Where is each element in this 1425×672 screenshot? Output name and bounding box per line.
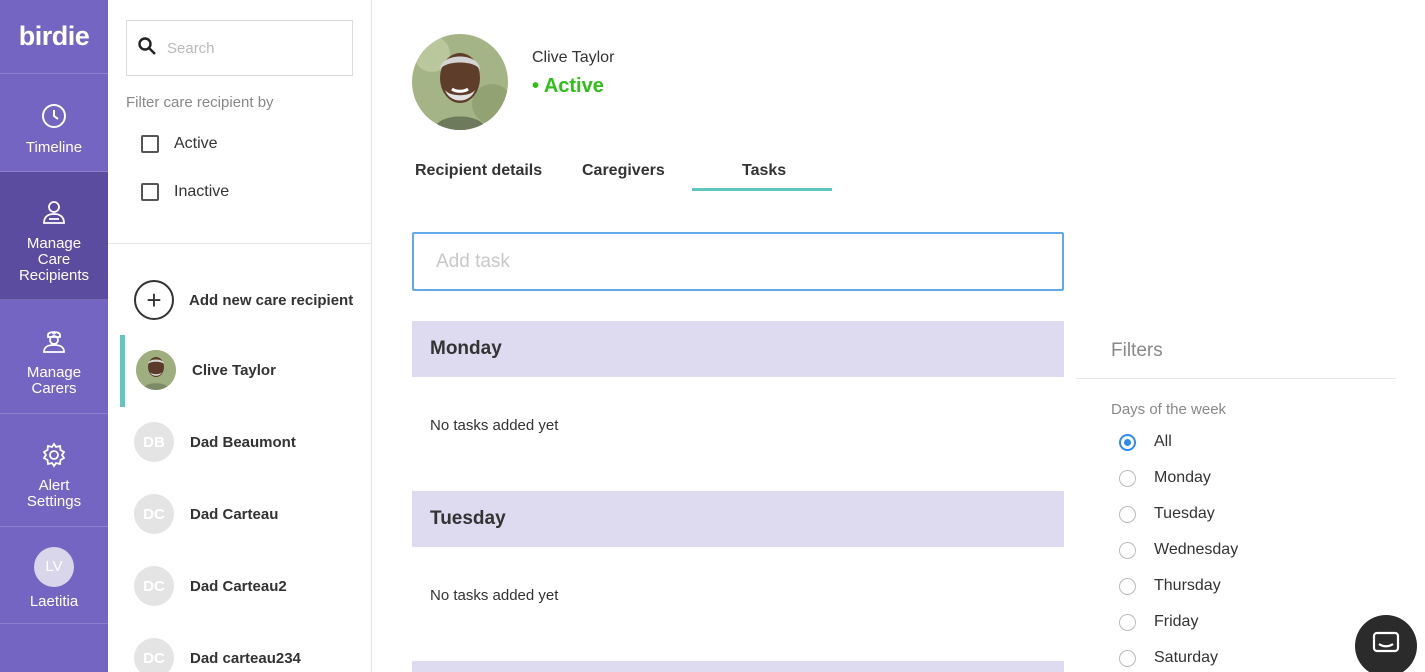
filter-inactive-checkbox[interactable]: Inactive — [141, 183, 229, 201]
avatar: DC — [134, 566, 174, 606]
search-box[interactable]: Search — [126, 20, 353, 76]
avatar: DC — [134, 638, 174, 672]
gear-icon — [41, 442, 67, 472]
list-item[interactable]: DC Dad carteau234 — [134, 638, 301, 672]
radio-label: Tuesday — [1154, 505, 1215, 522]
radio-tuesday[interactable]: Tuesday — [1119, 505, 1215, 523]
tab-tasks[interactable]: Tasks — [742, 162, 786, 180]
radio-button[interactable] — [1119, 469, 1136, 487]
radio-saturday[interactable]: Saturday — [1119, 649, 1218, 667]
radio-label: All — [1154, 433, 1172, 450]
nurse-icon — [40, 327, 68, 359]
main-content: Clive Taylor • Active Recipient details … — [372, 0, 1425, 672]
day-header-next — [412, 661, 1064, 672]
chat-icon — [1372, 631, 1400, 662]
radio-label: Friday — [1154, 613, 1199, 630]
tab-recipient-details[interactable]: Recipient details — [415, 162, 542, 180]
recipient-name: Dad Beaumont — [190, 433, 296, 451]
search-input[interactable]: Search — [167, 40, 215, 57]
radio-button[interactable] — [1119, 613, 1136, 631]
filter-active-checkbox[interactable]: Active — [141, 135, 218, 153]
active-tab-indicator — [692, 188, 832, 191]
avatar — [136, 350, 176, 390]
days-of-week-label: Days of the week — [1111, 401, 1227, 418]
filter-inactive-label: Inactive — [174, 183, 230, 200]
recipient-name: Dad Carteau — [190, 505, 279, 523]
care-recipient-list-panel: Search Filter care recipient by Active I… — [108, 0, 372, 672]
profile-photo — [412, 34, 508, 130]
nav-manage-carers[interactable]: Manage Carers — [0, 300, 108, 414]
recipient-name: Dad carteau234 — [190, 649, 301, 667]
radio-button[interactable] — [1119, 505, 1136, 523]
radio-label: Wednesday — [1154, 541, 1239, 558]
divider — [108, 243, 371, 244]
radio-monday[interactable]: Monday — [1119, 469, 1211, 487]
main-nav: birdie Timeline Manage Care Recipients M… — [0, 0, 108, 672]
nav-timeline[interactable]: Timeline — [0, 75, 108, 172]
radio-thursday[interactable]: Thursday — [1119, 577, 1221, 595]
nav-user-profile[interactable]: LV Laetitia — [0, 527, 108, 624]
radio-button[interactable] — [1119, 649, 1136, 667]
radio-button[interactable] — [1119, 577, 1136, 595]
filter-active-label: Active — [174, 135, 218, 152]
radio-label: Thursday — [1154, 577, 1221, 594]
status-badge: • Active — [532, 75, 604, 97]
filters-title: Filters — [1111, 340, 1163, 361]
day-header-tuesday: Tuesday — [412, 491, 1064, 547]
add-new-label: Add new care recipient — [189, 291, 354, 309]
recipient-name: Dad Carteau2 — [190, 577, 287, 595]
empty-tasks-message: No tasks added yet — [430, 417, 559, 434]
nav-recipients-label-1: Manage — [26, 235, 82, 252]
selected-indicator — [120, 335, 125, 407]
add-new-care-recipient-button[interactable]: + Add new care recipient — [134, 280, 353, 320]
list-item[interactable]: DC Dad Carteau — [134, 494, 278, 534]
radio-all[interactable]: All — [1119, 433, 1172, 451]
user-name: Laetitia — [29, 593, 79, 610]
tab-caregivers[interactable]: Caregivers — [582, 162, 665, 180]
radio-button[interactable] — [1119, 433, 1136, 451]
radio-button[interactable] — [1119, 541, 1136, 559]
checkbox[interactable] — [141, 135, 159, 153]
empty-tasks-message: No tasks added yet — [430, 587, 559, 604]
list-item[interactable]: DB Dad Beaumont — [134, 422, 296, 462]
nav-alert-settings[interactable]: Alert Settings — [0, 414, 108, 527]
user-avatar: LV — [34, 547, 74, 587]
radio-friday[interactable]: Friday — [1119, 613, 1198, 631]
radio-label: Saturday — [1154, 649, 1219, 666]
radio-label: Monday — [1154, 469, 1211, 486]
plus-icon: + — [134, 280, 174, 320]
avatar: DC — [134, 494, 174, 534]
list-item[interactable]: DC Dad Carteau2 — [134, 566, 287, 606]
nav-alert-label-1: Alert — [38, 477, 70, 494]
add-task-input[interactable] — [412, 232, 1064, 291]
nav-timeline-label: Timeline — [25, 139, 83, 156]
avatar: DB — [134, 422, 174, 462]
checkbox[interactable] — [141, 183, 159, 201]
profile-name: Clive Taylor — [532, 49, 615, 66]
nav-carers-label-2: Carers — [31, 380, 77, 397]
nav-recipients-label-2: Care — [37, 251, 71, 268]
day-header-monday: Monday — [412, 321, 1064, 377]
clock-icon — [40, 102, 68, 134]
list-item[interactable]: Clive Taylor — [136, 350, 276, 390]
radio-wednesday[interactable]: Wednesday — [1119, 541, 1238, 559]
recipient-name: Clive Taylor — [192, 361, 276, 379]
search-icon — [137, 36, 157, 61]
nav-carers-label-1: Manage — [26, 364, 82, 381]
divider — [1076, 378, 1396, 379]
filter-label: Filter care recipient by — [126, 94, 274, 111]
birdie-logo[interactable]: birdie — [0, 0, 108, 74]
chat-button[interactable] — [1355, 615, 1417, 672]
nav-recipients-label-3: Recipients — [18, 267, 90, 284]
nav-alert-label-2: Settings — [26, 493, 82, 510]
person-icon — [40, 198, 68, 230]
nav-manage-care-recipients[interactable]: Manage Care Recipients — [0, 172, 108, 300]
